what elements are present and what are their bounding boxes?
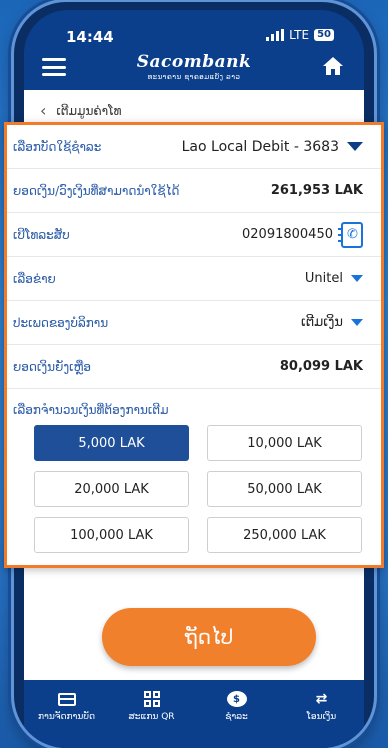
brand-name: Sacombank: [136, 52, 252, 72]
network-select[interactable]: ເລືອຂ່າຍ Unitel: [7, 257, 381, 301]
account-value: Lao Local Debit - 3683: [181, 138, 339, 155]
qr-icon: [143, 691, 160, 707]
phone-number-input[interactable]: 02091800450: [242, 227, 333, 242]
contacts-icon[interactable]: ✆: [338, 221, 363, 248]
amount-options: 5,000 LAK 10,000 LAK 20,000 LAK 50,000 L…: [7, 425, 381, 553]
amount-option[interactable]: 250,000 LAK: [207, 517, 362, 553]
transfer-icon: ⇄: [315, 691, 328, 707]
amount-option[interactable]: 20,000 LAK: [34, 471, 189, 507]
page-title: ເຕີມມູນຄ່າໂທ: [56, 103, 122, 118]
available-balance-row: ຍອດເງິນ/ວົງເງິນທີ່ສາມາດນຳໃຊ້ໄດ້ 261,953 …: [7, 169, 381, 213]
phone-number-row[interactable]: ເບີໂທລະສັບ 02091800450 ✆: [7, 213, 381, 257]
brand-subtitle: ທະນາຄານ ຊາຄອມແບັງ ລາວ: [147, 73, 241, 81]
amount-option[interactable]: 10,000 LAK: [207, 425, 362, 461]
dropdown-icon[interactable]: [347, 142, 363, 151]
account-select[interactable]: ເລືອກບັດໃຊ້ຊຳລະ Lao Local Debit - 3683: [7, 125, 381, 169]
nav-transfer[interactable]: ⇄ ໂອນເງິນ: [282, 690, 362, 722]
sacombank-logo: Sacombank ທະນາຄານ ຊາຄອມແບັງ ລາວ: [24, 52, 364, 81]
status-indicators: LTE 50: [266, 28, 334, 42]
service-type-select[interactable]: ປະເພດຂອງບໍລິການ ເຕີມເງິນ: [7, 301, 381, 345]
top-bar: 14:44 LTE 50 Sacombank ທະນາຄານ ຊາຄອມແບັງ…: [24, 10, 364, 90]
dropdown-icon[interactable]: [351, 319, 363, 326]
nav-label: ໂອນເງິນ: [306, 712, 337, 722]
home-icon[interactable]: [322, 56, 344, 76]
available-value: 261,953 LAK: [270, 183, 363, 198]
amount-option-selected[interactable]: 5,000 LAK: [34, 425, 189, 461]
amount-option[interactable]: 50,000 LAK: [207, 471, 362, 507]
topup-form-card: ເລືອກບັດໃຊ້ຊຳລະ Lao Local Debit - 3683 ຍ…: [4, 122, 384, 568]
remaining-label: ຍອດເງິນຍັງເຫຼືອ: [13, 359, 92, 374]
back-icon[interactable]: ‹: [40, 101, 46, 120]
available-label: ຍອດເງິນ/ວົງເງິນທີ່ສາມາດນຳໃຊ້ໄດ້: [13, 183, 180, 198]
nav-card-management[interactable]: ການຈັດການບັດ: [27, 690, 107, 722]
service-value: ເຕີມເງິນ: [300, 315, 343, 330]
account-label: ເລືອກບັດໃຊ້ຊຳລະ: [13, 139, 102, 154]
remaining-balance-row: ຍອດເງິນຍັງເຫຼືອ 80,099 LAK: [7, 345, 381, 389]
next-button[interactable]: ຖັດໄປ: [102, 608, 316, 666]
service-label: ປະເພດຂອງບໍລິການ: [13, 315, 109, 330]
network-value: Unitel: [304, 271, 343, 286]
nav-scan-qr[interactable]: ສະແກນ QR: [112, 690, 192, 722]
network-type: LTE: [289, 28, 310, 42]
dropdown-icon[interactable]: [351, 275, 363, 282]
amount-option[interactable]: 100,000 LAK: [34, 517, 189, 553]
nav-label: ການຈັດການບັດ: [38, 712, 95, 722]
signal-icon: [266, 29, 285, 41]
nav-payment[interactable]: $ ຊຳລະ: [197, 690, 277, 722]
amount-label: ເລືອກຈຳນວນເງິນທີ່ຕ້ອງການເຕີມ: [13, 403, 169, 417]
network-label: ເລືອຂ່າຍ: [13, 271, 56, 286]
nav-label: ສະແກນ QR: [128, 712, 175, 722]
remaining-value: 80,099 LAK: [279, 359, 363, 374]
payment-icon: $: [226, 691, 247, 707]
bottom-nav: ການຈັດການບັດ ສະແກນ QR $ ຊຳລະ ⇄ ໂອນເງິນ: [24, 680, 364, 748]
battery-icon: 50: [314, 29, 334, 41]
nav-label: ຊຳລະ: [225, 712, 248, 722]
card-icon: [57, 692, 76, 706]
status-time: 14:44: [66, 28, 114, 46]
phone-label: ເບີໂທລະສັບ: [13, 227, 70, 242]
